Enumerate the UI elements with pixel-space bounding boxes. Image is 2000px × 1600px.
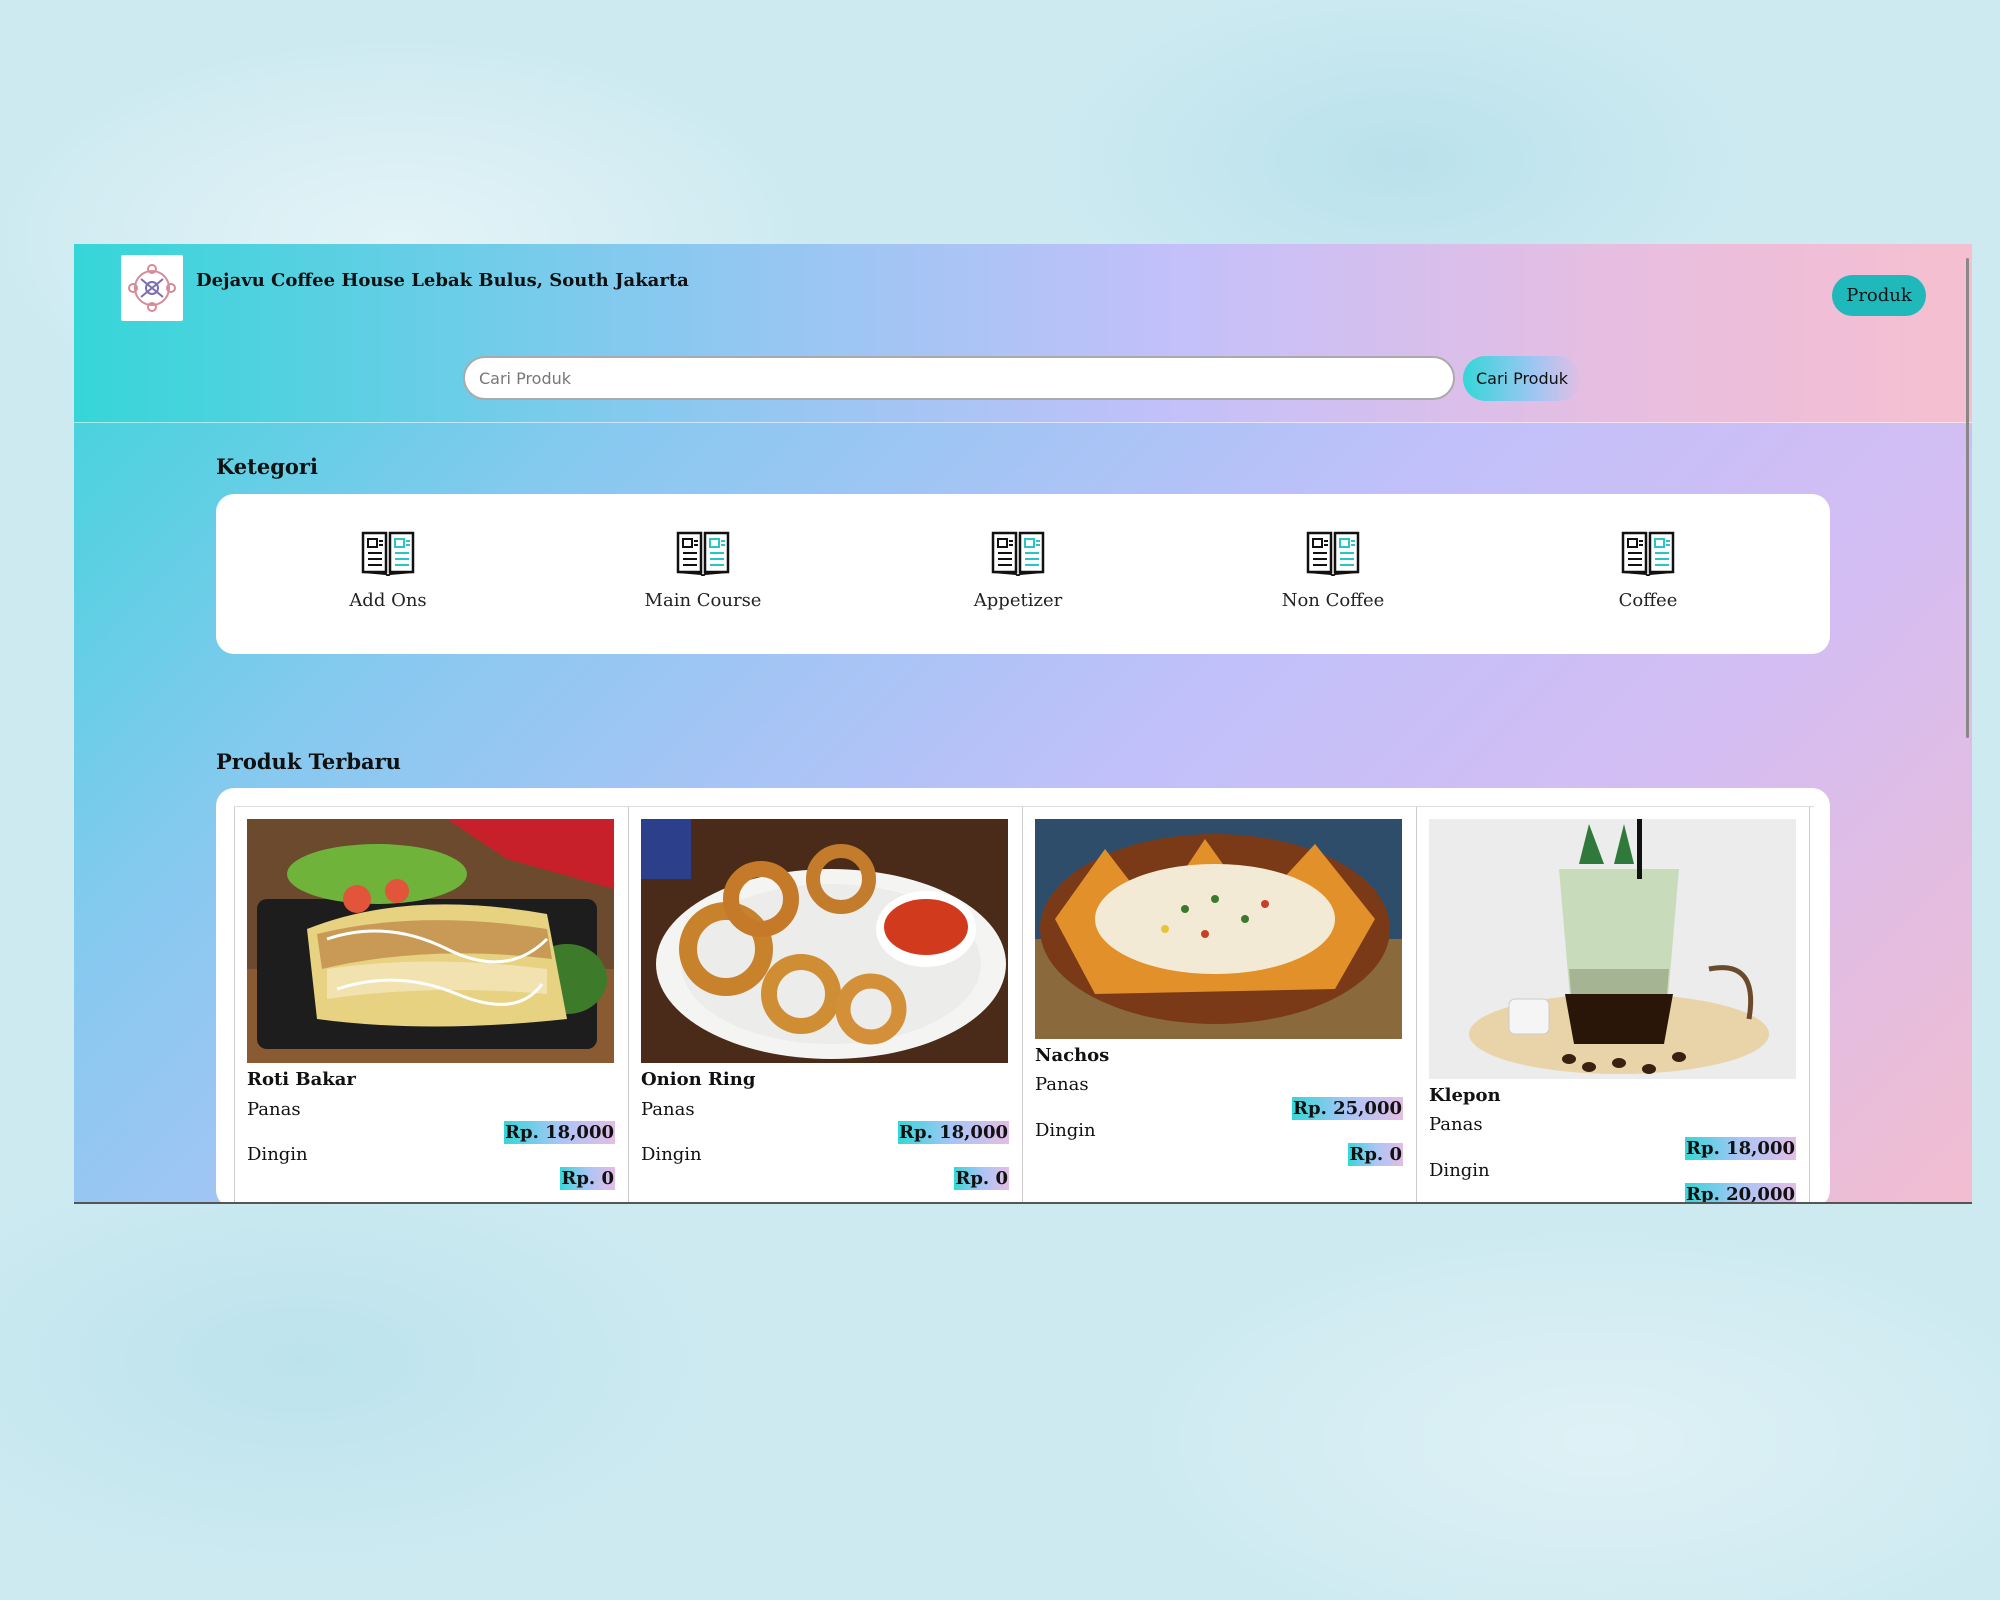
product-card-roti-bakar[interactable]: Roti Bakar Panas Rp. 18,000 Dingin Rp. 0 bbox=[234, 807, 628, 1202]
category-label: Main Course bbox=[644, 590, 762, 611]
menu-book-icon bbox=[1306, 531, 1360, 576]
product-image[interactable] bbox=[1429, 819, 1796, 1079]
category-label: Add Ons bbox=[349, 590, 427, 611]
brand-logo[interactable] bbox=[121, 255, 183, 321]
hot-price: Rp. 18,000 bbox=[1685, 1137, 1796, 1160]
products-title: Produk Terbaru bbox=[216, 749, 401, 774]
cold-price: Rp. 0 bbox=[1348, 1143, 1403, 1166]
browser-page: Dejavu Coffee House Lebak Bulus, South J… bbox=[74, 244, 1972, 1204]
category-non-coffee[interactable]: Non Coffee bbox=[1233, 530, 1433, 611]
hot-price: Rp. 25,000 bbox=[1292, 1097, 1403, 1120]
product-card-nachos[interactable]: Nachos Panas Rp. 25,000 Dingin Rp. 0 bbox=[1022, 807, 1416, 1202]
category-label: Appetizer bbox=[973, 590, 1063, 611]
navbar: Dejavu Coffee House Lebak Bulus, South J… bbox=[74, 244, 1972, 337]
product-image[interactable] bbox=[641, 819, 1008, 1063]
product-card-onion-ring[interactable]: Onion Ring Panas Rp. 18,000 Dingin Rp. 0 bbox=[628, 807, 1022, 1202]
menu-book-icon bbox=[361, 531, 415, 576]
hot-label: Panas bbox=[641, 1099, 695, 1120]
hot-label: Panas bbox=[1429, 1114, 1483, 1135]
produk-nav-button[interactable]: Produk bbox=[1832, 275, 1926, 316]
product-grid: Roti Bakar Panas Rp. 18,000 Dingin Rp. 0 bbox=[234, 806, 1814, 1204]
category-label: Coffee bbox=[1618, 590, 1678, 611]
brand-name: Dejavu Coffee House Lebak Bulus, South J… bbox=[196, 270, 689, 291]
menu-book-icon bbox=[676, 531, 730, 576]
menu-book-icon bbox=[1621, 531, 1675, 576]
cold-label: Dingin bbox=[1035, 1120, 1096, 1141]
cold-label: Dingin bbox=[641, 1144, 702, 1165]
cold-price: Rp. 0 bbox=[954, 1167, 1009, 1190]
hot-label: Panas bbox=[247, 1099, 301, 1120]
product-image[interactable] bbox=[1035, 819, 1402, 1039]
category-add-ons[interactable]: Add Ons bbox=[288, 530, 488, 611]
category-label: Non Coffee bbox=[1281, 590, 1385, 611]
product-name: Roti Bakar bbox=[247, 1069, 356, 1090]
category-coffee[interactable]: Coffee bbox=[1548, 530, 1748, 611]
product-name: Nachos bbox=[1035, 1045, 1110, 1066]
cold-price: Rp. 20,000 bbox=[1685, 1183, 1796, 1204]
category-main-course[interactable]: Main Course bbox=[603, 530, 803, 611]
product-name: Onion Ring bbox=[641, 1069, 756, 1090]
cold-label: Dingin bbox=[1429, 1160, 1490, 1181]
hot-price: Rp. 18,000 bbox=[504, 1121, 615, 1144]
categories-panel: Add Ons Main Course Appetizer Non Coffee… bbox=[216, 494, 1830, 654]
search-button[interactable]: Cari Produk bbox=[1463, 356, 1581, 401]
cold-price: Rp. 0 bbox=[560, 1167, 615, 1190]
search-bar: Cari Produk bbox=[74, 336, 1972, 423]
product-image[interactable] bbox=[247, 819, 614, 1063]
cold-label: Dingin bbox=[247, 1144, 308, 1165]
product-card-klepon[interactable]: Klepon Panas Rp. 18,000 Dingin Rp. 20,00… bbox=[1416, 807, 1810, 1204]
hot-price: Rp. 18,000 bbox=[898, 1121, 1009, 1144]
search-input[interactable] bbox=[463, 356, 1455, 400]
categories-title: Ketegori bbox=[216, 454, 318, 479]
menu-book-icon bbox=[991, 531, 1045, 576]
products-panel: Roti Bakar Panas Rp. 18,000 Dingin Rp. 0 bbox=[216, 788, 1830, 1204]
hot-label: Panas bbox=[1035, 1074, 1089, 1095]
category-appetizer[interactable]: Appetizer bbox=[918, 530, 1118, 611]
product-name: Klepon bbox=[1429, 1085, 1501, 1106]
page-scrollbar[interactable] bbox=[1966, 258, 1969, 738]
